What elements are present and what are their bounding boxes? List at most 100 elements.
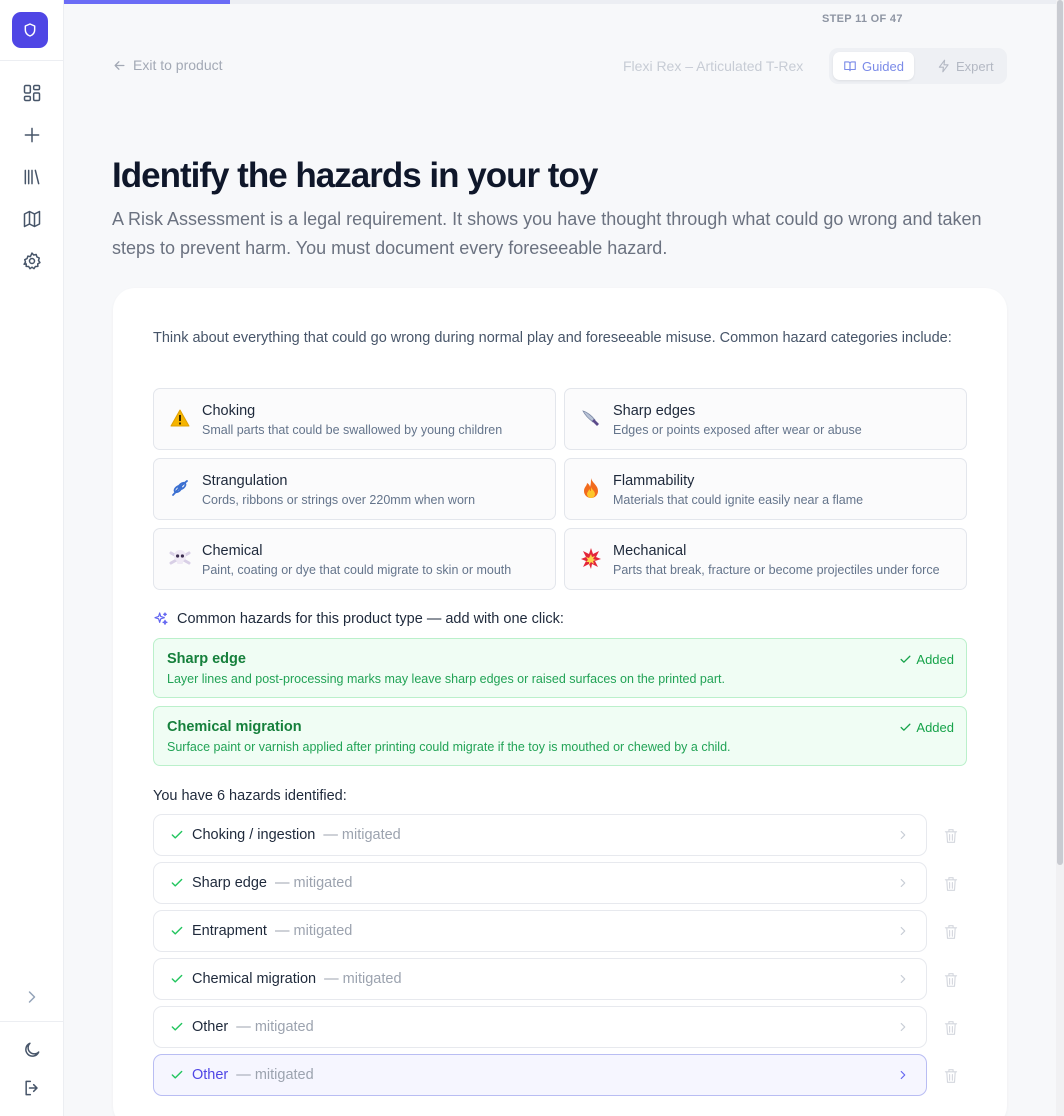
trash-icon[interactable] — [944, 972, 958, 988]
hazard-row-sharp-edge[interactable]: Sharp edge — mitigated — [153, 862, 927, 904]
category-desc: Paint, coating or dye that could migrate… — [202, 563, 512, 577]
step-progress-bar — [0, 0, 1056, 4]
hazard-count: You have 6 hazards identified: — [153, 788, 347, 804]
hazard-status: — mitigated — [275, 923, 353, 939]
sidebar-divider — [0, 60, 63, 61]
theme-toggle-button[interactable] — [20, 1038, 44, 1062]
gear-icon — [23, 252, 41, 270]
trash-icon[interactable] — [944, 1068, 958, 1084]
chevron-right-icon — [900, 1022, 906, 1032]
product-name: Flexi Rex – Articulated T-Rex — [623, 58, 804, 74]
mode-toggle: Guided Expert — [829, 48, 1007, 84]
moon-icon — [25, 1042, 40, 1057]
dashboard-icon — [23, 84, 41, 102]
category-title: Strangulation — [202, 473, 288, 489]
hazard-name: Other — [192, 1067, 229, 1083]
hazard-name: Other — [192, 1019, 229, 1035]
plus-icon — [24, 127, 40, 143]
burst-icon — [579, 546, 603, 570]
knife-icon — [579, 406, 603, 430]
check-icon — [171, 830, 183, 839]
hazard-row-entrapment[interactable]: Entrapment — mitigated — [153, 910, 927, 952]
added-label: Added — [916, 720, 954, 735]
card-intro: Think about everything that could go wro… — [153, 330, 952, 346]
page-title: Identify the hazards in your toy — [112, 156, 598, 195]
category-desc: Parts that break, fracture or become pro… — [613, 563, 940, 577]
suggestion-title: Chemical migration — [167, 719, 302, 735]
check-icon — [171, 926, 183, 935]
added-badge: Added — [899, 720, 954, 735]
logout-button[interactable] — [20, 1076, 44, 1100]
suggestions-heading-text: Common hazards for this product type — a… — [177, 611, 564, 627]
warning-icon — [168, 406, 192, 430]
hazard-row-other[interactable]: Other — mitigated — [153, 1006, 927, 1048]
hazard-name: Choking / ingestion — [192, 827, 316, 843]
suggestions-heading: Common hazards for this product type — a… — [153, 611, 564, 627]
expert-label: Expert — [956, 58, 994, 74]
sidebar-item-map[interactable] — [20, 207, 44, 231]
hazard-name-line: Sharp edge — mitigated — [192, 875, 352, 891]
sidebar-item-library[interactable] — [20, 165, 44, 189]
sidebar-item-settings[interactable] — [20, 249, 44, 273]
chevron-right-icon — [28, 991, 36, 1003]
sparkle-icon — [154, 612, 168, 625]
hazard-name-line: Other — mitigated — [192, 1019, 314, 1035]
hazard-name: Sharp edge — [192, 875, 267, 891]
hazard-name-line: Choking / ingestion — mitigated — [192, 827, 401, 843]
hazard-status: — mitigated — [236, 1067, 314, 1083]
check-icon — [171, 974, 183, 983]
category-desc: Small parts that could be swallowed by y… — [202, 423, 503, 437]
library-icon — [24, 169, 40, 185]
suggestion-desc: Surface paint or varnish applied after p… — [167, 740, 731, 754]
category-desc: Edges or points exposed after wear or ab… — [613, 423, 862, 437]
step-counter: STEP 11 OF 47 — [822, 13, 903, 25]
category-strangulation: Strangulation Cords, ribbons or strings … — [153, 458, 556, 520]
arrow-left-icon — [114, 60, 125, 70]
app-logo[interactable] — [12, 12, 48, 48]
guided-label: Guided — [862, 58, 904, 74]
sidebar-item-new[interactable] — [20, 123, 44, 147]
chevron-right-icon — [900, 878, 906, 888]
check-icon — [171, 1022, 183, 1031]
hazard-row-chemical-migration[interactable]: Chemical migration — mitigated — [153, 958, 927, 1000]
chevron-right-icon — [900, 1070, 906, 1080]
sidebar-item-dashboard[interactable] — [20, 81, 44, 105]
hazard-row-choking[interactable]: Choking / ingestion — mitigated — [153, 814, 927, 856]
chevron-right-icon — [900, 830, 906, 840]
chevron-right-icon — [900, 974, 906, 984]
expert-mode-button[interactable]: Expert — [927, 52, 1004, 80]
sidebar-expand-button[interactable] — [20, 985, 44, 1009]
category-title: Sharp edges — [613, 403, 696, 419]
category-title: Mechanical — [613, 543, 687, 559]
book-icon — [844, 61, 856, 72]
hazard-name-line: Entrapment — mitigated — [192, 923, 352, 939]
skull-icon — [168, 546, 192, 570]
trash-icon[interactable] — [944, 924, 958, 940]
map-icon — [23, 210, 41, 228]
hazard-status: — mitigated — [323, 827, 401, 843]
suggestion-sharp-edge[interactable]: Sharp edge Layer lines and post-processi… — [153, 638, 967, 698]
sidebar — [0, 0, 64, 1116]
added-label: Added — [916, 652, 954, 667]
trash-icon[interactable] — [944, 876, 958, 892]
hazard-status: — mitigated — [275, 875, 353, 891]
guided-mode-button[interactable]: Guided — [833, 52, 914, 80]
lightning-icon — [938, 59, 949, 73]
suggestion-title: Sharp edge — [167, 651, 246, 667]
category-title: Chemical — [202, 543, 263, 559]
suggestion-chemical-migration[interactable]: Chemical migration Surface paint or varn… — [153, 706, 967, 766]
category-title: Flammability — [613, 473, 695, 489]
shield-icon — [24, 23, 36, 37]
rope-icon — [168, 476, 192, 500]
page-scrollbar[interactable] — [1056, 0, 1064, 1116]
hazard-row-other-selected[interactable]: Other — mitigated — [153, 1054, 927, 1096]
trash-icon[interactable] — [944, 1020, 958, 1036]
sidebar-divider — [0, 1021, 63, 1022]
chevron-right-icon — [900, 926, 906, 936]
fire-icon — [579, 476, 603, 500]
scrollbar-thumb[interactable] — [1057, 0, 1063, 865]
added-badge: Added — [899, 652, 954, 667]
hazard-name-line: Other — mitigated — [192, 1067, 314, 1083]
exit-to-product-link[interactable]: Exit to product — [112, 57, 223, 73]
trash-icon[interactable] — [944, 828, 958, 844]
